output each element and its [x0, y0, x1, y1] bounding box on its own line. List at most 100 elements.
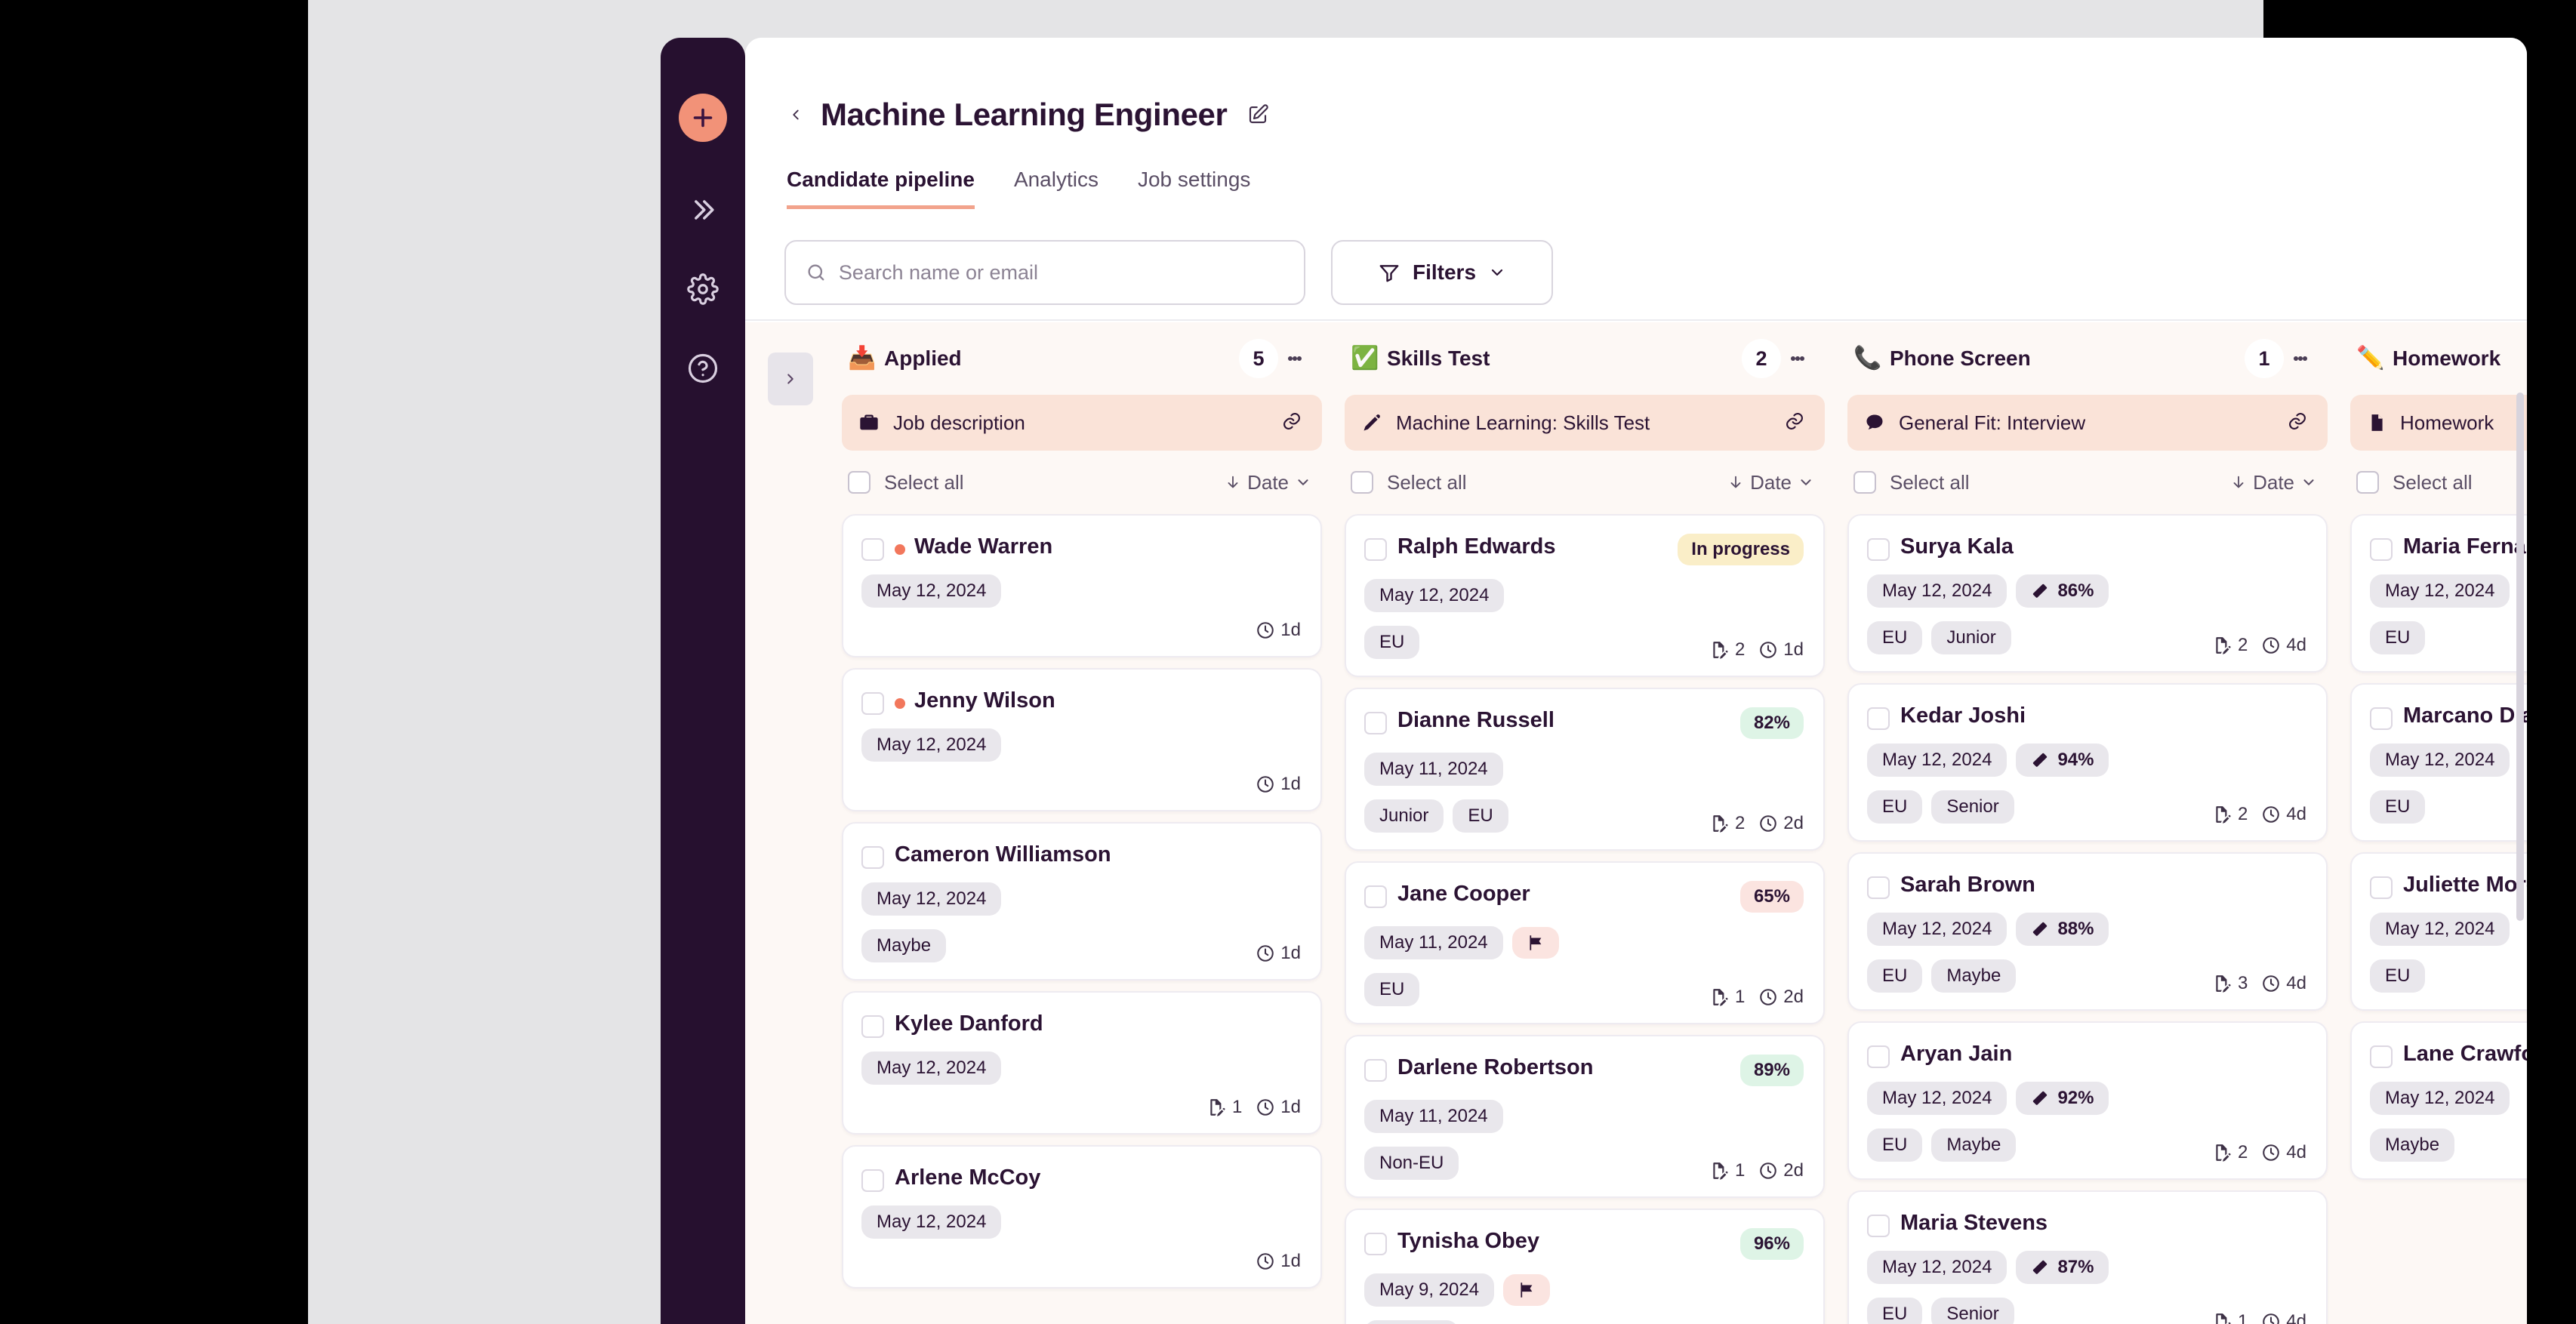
applied-date-chip: May 12, 2024 [1867, 1251, 2007, 1284]
ruler-icon [2033, 922, 2048, 936]
sort-control[interactable]: Date [2230, 471, 2317, 494]
candidate-checkbox[interactable] [2370, 707, 2393, 730]
help-circle-icon [688, 353, 718, 383]
stage-title: Phone Screen [1890, 346, 2031, 370]
candidate-checkbox[interactable] [861, 538, 884, 561]
filters-label: Filters [1412, 260, 1477, 284]
candidate-card[interactable]: Jenny Wilson May 12, 2024 1d [842, 668, 1322, 811]
candidate-card[interactable]: Kedar Joshi May 12, 2024 94% EU Senior 2 4d [1847, 683, 2328, 842]
filters-button[interactable]: Filters [1331, 240, 1553, 305]
candidate-card-list: Wade Warren May 12, 2024 1d Jenny Wilson May… [842, 514, 1322, 1289]
tab-analytics[interactable]: Analytics [1014, 168, 1098, 209]
match-score-chip: 88% [2016, 913, 2109, 946]
select-all-checkbox[interactable] [2356, 471, 2379, 494]
stage-menu-button[interactable] [1781, 342, 1814, 375]
tab-candidate-pipeline[interactable]: Candidate pipeline [787, 168, 975, 209]
sort-label: Date [1247, 470, 1289, 494]
candidate-card[interactable]: Sarah Brown May 12, 2024 88% EU Maybe 3 4d [1847, 852, 2328, 1011]
board-scrollbar[interactable] [2516, 393, 2524, 921]
candidate-checkbox[interactable] [1867, 538, 1890, 561]
candidate-checkbox[interactable] [1867, 1045, 1890, 1068]
candidate-card[interactable]: Maria Stevens May 12, 2024 87% EU Senior 1 4d [1847, 1190, 2328, 1324]
candidate-card[interactable]: Surya Kala May 12, 2024 86% EU Junior 2 4d [1847, 514, 2328, 673]
stage-document-link[interactable]: Job description [842, 395, 1322, 451]
candidate-checkbox[interactable] [861, 692, 884, 715]
tab-job-settings[interactable]: Job settings [1138, 168, 1250, 209]
candidate-card[interactable]: Tynisha Obey96%May 9, 2024Maybe?24d [1345, 1209, 1825, 1324]
candidate-checkbox[interactable] [861, 1015, 884, 1038]
select-all-checkbox[interactable] [1351, 471, 1373, 494]
stage-document-link[interactable]: General Fit: Interview [1847, 395, 2328, 451]
candidate-checkbox[interactable] [2370, 876, 2393, 899]
candidate-card[interactable]: Wade Warren May 12, 2024 1d [842, 514, 1322, 657]
tag-chip: Senior [1931, 790, 2014, 824]
card-meta-row: May 12, 2024 [2370, 574, 2527, 608]
candidate-checkbox[interactable] [2370, 1045, 2393, 1068]
note-count-value: 1 [1231, 1097, 1243, 1117]
candidate-card[interactable]: Juliette Moreau May 12, 2024 EU [2350, 852, 2527, 1011]
candidate-card[interactable]: Aryan Jain May 12, 2024 92% EU Maybe 2 4d [1847, 1021, 2328, 1180]
sidebar-item-expand[interactable] [682, 189, 724, 231]
candidate-card[interactable]: Cameron Williamson May 12, 2024 Maybe 1d [842, 822, 1322, 981]
sidebar-item-help[interactable] [682, 347, 724, 390]
edit-title-button[interactable] [1245, 102, 1271, 128]
copy-link-button[interactable] [1281, 411, 1302, 436]
card-header-row: Sarah Brown [1867, 872, 2306, 899]
stage-document-link[interactable]: Homework [2350, 395, 2527, 451]
board-collapse-toggle[interactable] [768, 353, 813, 405]
candidate-checkbox[interactable] [1867, 707, 1890, 730]
select-all-checkbox[interactable] [1853, 471, 1876, 494]
candidate-checkbox[interactable] [861, 846, 884, 869]
search-box[interactable] [784, 240, 1305, 305]
candidate-checkbox[interactable] [1867, 1215, 1890, 1237]
search-input[interactable] [838, 260, 1284, 285]
back-button[interactable] [784, 101, 807, 128]
candidate-checkbox[interactable] [1364, 712, 1387, 734]
stage-document-link[interactable]: Machine Learning: Skills Test [1345, 395, 1825, 451]
select-all-checkbox[interactable] [848, 471, 870, 494]
tag-chip: Senior [1931, 1298, 2014, 1324]
candidate-checkbox[interactable] [1364, 1233, 1387, 1255]
sidebar-item-settings[interactable] [682, 268, 724, 310]
chevron-right-icon [787, 374, 793, 384]
candidate-checkbox[interactable] [861, 1169, 884, 1192]
applied-date-chip: May 12, 2024 [1867, 913, 2007, 946]
stage-menu-button[interactable] [2284, 342, 2317, 375]
candidate-checkbox[interactable] [2370, 538, 2393, 561]
sort-control[interactable]: Date [1727, 471, 1814, 494]
card-footer: 1d [1256, 774, 1301, 795]
candidate-card[interactable]: Maria Fernandez May 12, 2024 EU [2350, 514, 2527, 673]
sort-control[interactable]: Date [1225, 471, 1311, 494]
candidate-card[interactable]: Ralph Edwards In progress May 12, 2024 EU 2 1… [1345, 514, 1825, 677]
sort-label: Date [2253, 470, 2294, 494]
plus-icon [693, 108, 713, 128]
match-score-chip: 87% [2016, 1251, 2109, 1284]
candidate-card-list: Surya Kala May 12, 2024 86% EU Junior 2 4d Keda… [1847, 514, 2328, 1324]
candidate-checkbox[interactable] [1364, 1059, 1387, 1082]
copy-link-button[interactable] [1784, 411, 1805, 436]
match-score-value: 87% [2057, 1257, 2094, 1277]
candidate-card[interactable]: Dianne Russell 82% May 11, 2024 Junior EU 2 2d [1345, 688, 1825, 851]
candidate-card[interactable]: Marcano Diaz May 12, 2024 EU [2350, 683, 2527, 842]
pen-icon [1363, 414, 1380, 431]
candidate-card[interactable]: Darlene Robertson 89% May 11, 2024 Non-EU 1 2… [1345, 1035, 1825, 1198]
stage-menu-button[interactable] [1278, 342, 1311, 375]
candidate-card[interactable]: Kylee Danford May 12, 2024 1 1d [842, 991, 1322, 1135]
flag-icon [1530, 935, 1542, 950]
candidate-card[interactable]: Arlene McCoy May 12, 2024 1d [842, 1145, 1322, 1289]
tab-bar: Candidate pipeline Analytics Job setting… [787, 168, 1250, 209]
candidate-card[interactable]: Lane Crawford May 12, 2024 Maybe [2350, 1021, 2527, 1180]
candidate-checkbox[interactable] [1364, 885, 1387, 908]
briefcase-icon [860, 414, 878, 430]
copy-link-button[interactable] [2287, 411, 2308, 436]
add-button[interactable] [679, 94, 727, 142]
note-count: 2 [2213, 1142, 2248, 1163]
card-tag-row: EU [2370, 790, 2527, 824]
flag-chip [1511, 927, 1559, 959]
candidate-name: Maria Stevens [1900, 1211, 2048, 1235]
candidate-card[interactable]: Jane Cooper 65% May 11, 2024 EU 1 2d [1345, 861, 1825, 1024]
stage-title: Skills Test [1387, 346, 1490, 370]
stage-header: 📥 Applied 5 [842, 322, 1322, 395]
candidate-checkbox[interactable] [1867, 876, 1890, 899]
candidate-checkbox[interactable] [1364, 538, 1387, 561]
